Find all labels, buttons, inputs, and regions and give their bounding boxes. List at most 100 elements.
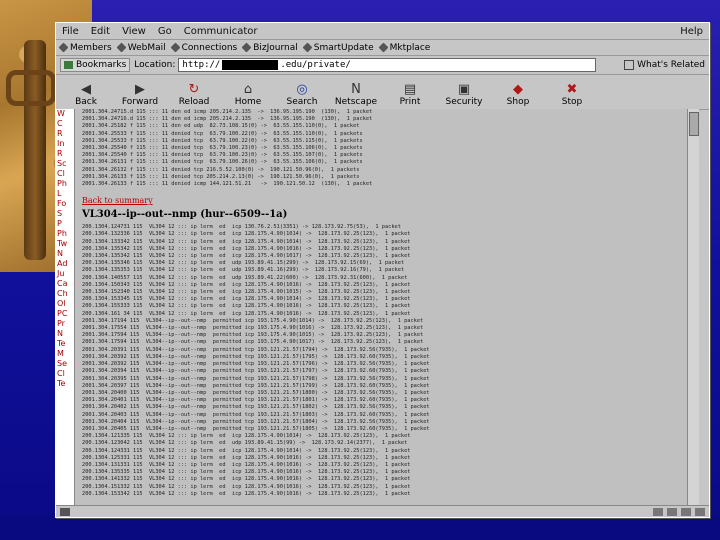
- log-line: 2001.304.20392 115 VL304--ip--out--nmp p…: [82, 353, 430, 360]
- bookmarks-button[interactable]: Bookmarks: [60, 58, 131, 72]
- reload-icon: ↻: [188, 82, 200, 97]
- log-line: 200.1304.125331 115 VL304 12 ::: ip lerm…: [82, 454, 411, 461]
- log-line: 200.1304.153342 115 VL304 12 ::: ip lerm…: [82, 490, 411, 497]
- log-line: 200.1304.135342 115 VL304 12 ::: ip lerm…: [82, 253, 411, 260]
- url-input[interactable]: http:// .edu/private/: [178, 58, 597, 72]
- left-frame-link[interactable]: Ph: [56, 179, 74, 189]
- print-icon: ▤: [403, 82, 417, 97]
- mail-icon[interactable]: [667, 508, 677, 516]
- search-button[interactable]: ◎ Search: [278, 82, 326, 109]
- left-frame-link[interactable]: Ol: [56, 299, 74, 309]
- log-line: 200.1304.152340 115 VL304 12 ::: ip lerm…: [82, 289, 411, 296]
- left-frame-link[interactable]: Ph: [56, 229, 74, 239]
- left-frame: W C R In R Sc Cl Ph L Fo S P Ph Tw N Ad Ju Ca Ch Ol PC Pr N Te M…: [56, 109, 75, 505]
- bookmarks-icon: [64, 61, 73, 69]
- left-frame-link[interactable]: Pr: [56, 319, 74, 329]
- vertical-scrollbar[interactable]: [687, 109, 699, 505]
- link-smartupdate[interactable]: SmartUpdate: [302, 43, 374, 53]
- left-frame-link[interactable]: Ca: [56, 279, 74, 289]
- composer-icon[interactable]: [695, 508, 705, 516]
- menu-file[interactable]: File: [62, 26, 79, 37]
- back-to-summary-link[interactable]: Back to summary: [82, 196, 662, 205]
- left-frame-link[interactable]: W: [56, 109, 74, 119]
- nav-label: Security: [445, 97, 483, 107]
- stop-button[interactable]: ✖ Stop: [548, 82, 596, 109]
- left-frame-link[interactable]: Tw: [56, 239, 74, 249]
- log-line: 2001.304.24715.d 115 ::: 11 den ed icmp …: [82, 109, 373, 115]
- log-line: 2001.304.20403 115 VL304--ip--out--nmp p…: [82, 411, 430, 418]
- nav-label: Home: [234, 97, 262, 107]
- left-frame-link[interactable]: Se: [56, 359, 74, 369]
- link-mktplace[interactable]: Mktplace: [378, 43, 430, 53]
- section-heading: VL304--ip--out--nmp (hur--6509--1a): [82, 209, 288, 221]
- left-frame-link[interactable]: S: [56, 209, 74, 219]
- left-frame-link[interactable]: Te: [56, 379, 74, 389]
- log-line: 2001.304.17554 115 VL304--ip--out--nmp p…: [82, 325, 424, 332]
- nav-label: Netscape: [334, 97, 378, 107]
- log-line: 2001.304.20394 115 VL304--ip--out--nmp p…: [82, 368, 430, 375]
- newsgroups-icon[interactable]: [681, 508, 691, 516]
- back-button[interactable]: ◀ Back: [62, 82, 110, 109]
- link-members[interactable]: Members: [58, 43, 112, 53]
- security-button[interactable]: ▣ Security: [440, 82, 488, 109]
- netscape-button[interactable]: N Netscape: [332, 82, 380, 109]
- log-line: 200.1304.131331 115 VL304 12 ::: ip lerm…: [82, 461, 411, 468]
- nav-label: Back: [75, 97, 97, 107]
- left-frame-link[interactable]: Ju: [56, 269, 74, 279]
- log-line: 200.1304.121335 115 VL304 12 ::: ip lerm…: [82, 433, 411, 440]
- left-frame-link[interactable]: Sc: [56, 159, 74, 169]
- home-button[interactable]: ⌂ Home: [224, 82, 272, 109]
- forward-button[interactable]: ▶ Forward: [116, 82, 164, 109]
- scrollbar-thumb[interactable]: [689, 112, 699, 136]
- left-frame-link[interactable]: Ch: [56, 289, 74, 299]
- link-bizjournal[interactable]: BizJournal: [241, 43, 298, 53]
- left-frame-link[interactable]: In: [56, 139, 74, 149]
- left-frame-link[interactable]: R: [56, 149, 74, 159]
- link-webmail[interactable]: WebMail: [116, 43, 166, 53]
- log-line: 2001.304.25182 f 115 ::: 11 den ed udp 8…: [82, 123, 360, 130]
- log-bottom-block: 200.1304.124731 115 VL304 12 ::: ip lerm…: [82, 224, 662, 498]
- security-status-icon[interactable]: [60, 508, 70, 516]
- left-frame-link[interactable]: Cl: [56, 369, 74, 379]
- menu-go[interactable]: Go: [158, 26, 172, 37]
- log-line: 200.1304.161 34 115 VL304 12 ::: ip lerm…: [82, 310, 411, 317]
- left-frame-link[interactable]: N: [56, 329, 74, 339]
- forward-arrow-icon: ▶: [135, 82, 145, 97]
- left-frame-link[interactable]: PC: [56, 309, 74, 319]
- slide-bottom-band: [0, 515, 720, 540]
- main-frame: 2001.304.24715.d 115 ::: 11 den ed icmp …: [82, 109, 662, 505]
- left-frame-link[interactable]: Ad: [56, 259, 74, 269]
- left-frame-link[interactable]: R: [56, 129, 74, 139]
- menu-help[interactable]: Help: [680, 26, 703, 37]
- log-line: 2001.304.25540 f 115 ::: 11 denied tcp 6…: [82, 145, 363, 152]
- left-frame-link[interactable]: Te: [56, 339, 74, 349]
- navigator-icon[interactable]: [653, 508, 663, 516]
- left-frame-link[interactable]: L: [56, 189, 74, 199]
- left-frame-link[interactable]: N: [56, 249, 74, 259]
- menu-view[interactable]: View: [122, 26, 146, 37]
- link-connections[interactable]: Connections: [170, 43, 237, 53]
- lock-icon: ▣: [457, 82, 471, 97]
- left-frame-link[interactable]: Fo: [56, 199, 74, 209]
- nav-label: Search: [286, 97, 318, 107]
- left-frame-link[interactable]: Cl: [56, 169, 74, 179]
- log-line: 2001.304.20401 115 VL304--ip--out--nmp p…: [82, 397, 430, 404]
- log-line: 2001.304.20402 115 VL304--ip--out--nmp p…: [82, 404, 430, 411]
- key-bit-image: [6, 70, 56, 106]
- left-frame-link[interactable]: P: [56, 219, 74, 229]
- shop-button[interactable]: ◆ Shop: [494, 82, 542, 109]
- log-line: 200.1304.153345 115 VL304 12 ::: ip lerm…: [82, 296, 411, 303]
- left-frame-link[interactable]: M: [56, 349, 74, 359]
- log-line: 200.1304.133342 115 VL304 12 ::: ip lerm…: [82, 238, 411, 245]
- left-frame-link[interactable]: C: [56, 119, 74, 129]
- whats-related-button[interactable]: What's Related: [624, 60, 705, 70]
- print-button[interactable]: ▤ Print: [386, 82, 434, 109]
- reload-button[interactable]: ↻ Reload: [170, 82, 218, 109]
- log-line: 2001.304.26131 f 115 ::: 11 denied tcp 6…: [82, 159, 363, 166]
- home-icon: ⌂: [243, 82, 253, 97]
- search-icon: ◎: [296, 82, 308, 97]
- menu-communicator[interactable]: Communicator: [184, 26, 258, 37]
- log-line: 2001.304.25533 f 115 ::: 11 denied tcp 6…: [82, 137, 363, 144]
- log-line: 2001.304.17594 115 VL304--ip--out--nmp p…: [82, 332, 424, 339]
- menu-edit[interactable]: Edit: [91, 26, 110, 37]
